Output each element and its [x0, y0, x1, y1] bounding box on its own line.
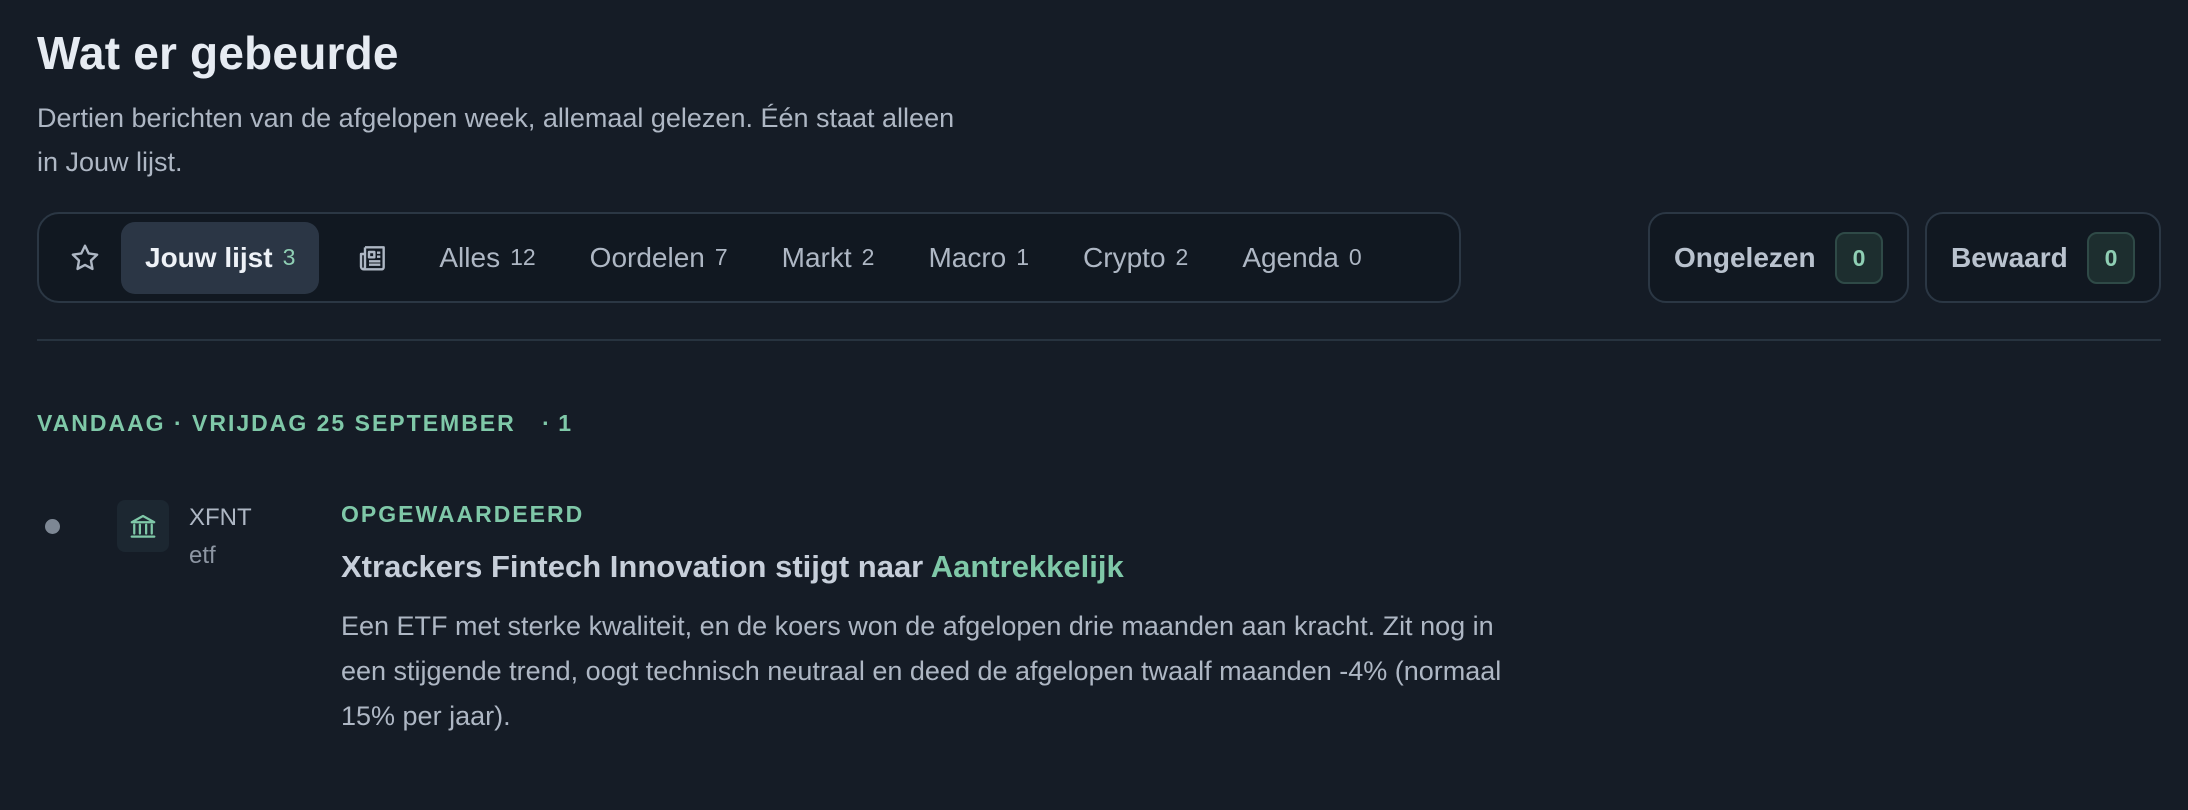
day-label: VANDAAG · VRIJDAG 25 SEPTEMBER — [37, 410, 516, 436]
divider — [37, 339, 2161, 341]
page: Wat er gebeurde Dertien berichten van de… — [0, 0, 2188, 810]
page-subtitle: Dertien berichten van de afgelopen week,… — [37, 103, 955, 177]
tab-label: Alles — [439, 241, 501, 273]
filter-bar: Jouw lijst 3 Alles 12 Oordelen 7 Markt 2… — [37, 212, 1461, 303]
unread-label: Ongelezen — [1674, 241, 1816, 273]
unread-count-badge: 0 — [1835, 232, 1883, 284]
saved-count-badge: 0 — [2087, 232, 2135, 284]
item-headline[interactable]: Xtrackers Fintech Innovation stijgt naar… — [341, 549, 1124, 585]
tab-jouw-lijst[interactable]: Jouw lijst 3 — [121, 221, 320, 294]
tab-count: 12 — [510, 244, 536, 270]
tab-label: Markt — [781, 241, 852, 273]
ticker-symbol: XFNT — [189, 504, 252, 531]
tab-oordelen[interactable]: Oordelen 7 — [566, 222, 752, 294]
read-status-dot — [45, 519, 60, 534]
headline-text: Xtrackers Fintech Innovation stijgt naar — [341, 549, 924, 584]
item-kicker: OPGEWAARDEERD — [341, 501, 585, 527]
tab-label: Agenda — [1242, 241, 1339, 273]
favorites-button[interactable] — [57, 230, 113, 286]
day-count: · 1 — [542, 410, 572, 436]
tab-label: Oordelen — [589, 241, 705, 273]
tab-label: Macro — [928, 241, 1007, 273]
tab-count: 1 — [1016, 244, 1030, 270]
tab-count: 3 — [282, 244, 296, 270]
star-icon — [71, 244, 99, 270]
item-body: Een ETF met sterke kwaliteit, en de koer… — [341, 611, 1502, 731]
instrument-icon-box — [117, 500, 169, 552]
bank-icon — [130, 514, 156, 538]
tab-agenda[interactable]: Agenda 0 — [1218, 222, 1385, 294]
tab-count: 7 — [714, 244, 728, 270]
instrument-type: etf — [189, 542, 216, 569]
tab-alles[interactable]: Alles 12 — [415, 222, 559, 294]
tab-label: Jouw lijst — [145, 241, 273, 273]
page-title: Wat er gebeurde — [37, 27, 399, 79]
tab-crypto[interactable]: Crypto 2 — [1059, 222, 1212, 294]
day-heading: VANDAAG · VRIJDAG 25 SEPTEMBER · 1 — [37, 410, 572, 437]
news-filter-button[interactable] — [345, 222, 401, 294]
unread-filter-button[interactable]: Ongelezen 0 — [1648, 212, 1909, 303]
tab-macro[interactable]: Macro 1 — [904, 222, 1053, 294]
tab-markt[interactable]: Markt 2 — [758, 222, 899, 294]
saved-label: Bewaard — [1951, 241, 2068, 273]
tab-label: Crypto — [1083, 241, 1166, 273]
newspaper-icon — [360, 245, 386, 271]
saved-filter-button[interactable]: Bewaard 0 — [1925, 212, 2161, 303]
headline-rating: Aantrekkelijk — [930, 549, 1124, 584]
tab-count: 2 — [1175, 244, 1189, 270]
tab-count: 2 — [861, 244, 875, 270]
tab-count: 0 — [1348, 244, 1362, 270]
